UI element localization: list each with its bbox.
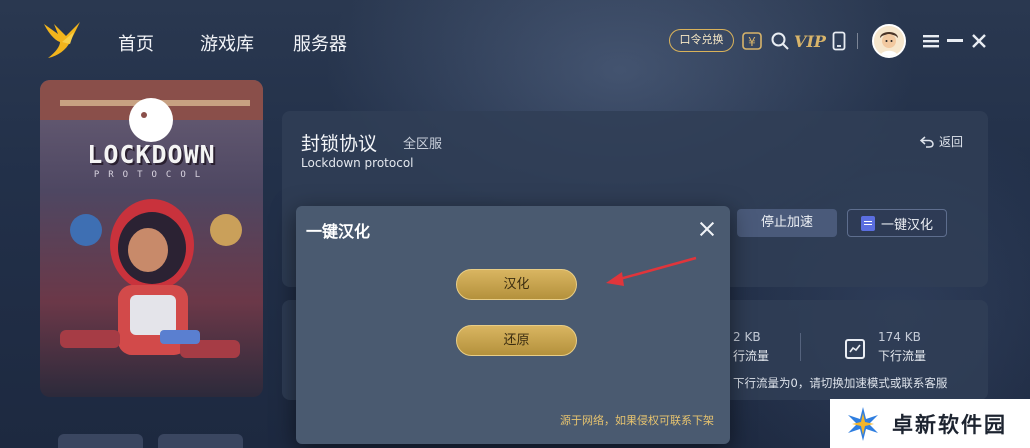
back-button[interactable]: 返回 xyxy=(920,133,963,150)
upload-traffic-value: 2 KB xyxy=(733,330,761,344)
game-english-name: Lockdown protocol xyxy=(301,156,414,170)
dialog-disclaimer: 源于网络，如果侵权可联系下架 xyxy=(560,414,714,427)
mobile-icon[interactable] xyxy=(828,30,850,52)
download-traffic-label: 下行流量 xyxy=(878,349,927,363)
game-title: 封锁协议 xyxy=(301,133,378,155)
nav-game-library[interactable]: 游戏库 xyxy=(200,30,254,56)
game-cover-image: LOCKDOWN PROTOCOL xyxy=(40,80,263,397)
cover-action-button-1[interactable] xyxy=(58,434,143,448)
back-label: 返回 xyxy=(939,135,964,149)
dialog-close-icon[interactable] xyxy=(697,219,717,239)
localize-label: 一键汉化 xyxy=(880,217,933,233)
top-bar: 首页 游戏库 服务器 口令兑换 ¥ VIP xyxy=(0,0,1030,84)
localize-dialog: 一键汉化 汉化 还原 源于网络，如果侵权可联系下架 xyxy=(296,206,730,444)
restore-button[interactable]: 还原 xyxy=(456,325,577,356)
localize-button[interactable]: 汉化 xyxy=(456,269,577,300)
annotation-arrow-icon xyxy=(606,256,697,286)
close-icon[interactable] xyxy=(968,30,990,52)
code-exchange-button[interactable]: 口令兑换 xyxy=(669,29,734,52)
menu-icon[interactable] xyxy=(920,30,942,52)
watermark-logo-icon xyxy=(848,406,878,441)
back-arrow-icon xyxy=(920,135,934,148)
stats-divider xyxy=(800,333,801,361)
svg-text:¥: ¥ xyxy=(748,35,756,49)
cover-action-button-2[interactable] xyxy=(158,434,243,448)
yuan-icon[interactable]: ¥ xyxy=(741,30,763,52)
nav-servers[interactable]: 服务器 xyxy=(293,30,347,56)
cover-title: LOCKDOWN xyxy=(87,140,216,169)
stop-acceleration-button[interactable]: 停止加速 xyxy=(737,209,837,237)
minimize-icon[interactable] xyxy=(944,30,966,52)
avatar[interactable] xyxy=(872,24,906,58)
vip-icon[interactable]: VIP xyxy=(794,30,826,52)
cover-subtitle: PROTOCOL xyxy=(93,170,210,180)
watermark: 卓新软件园 xyxy=(830,399,1030,448)
one-click-localize-button[interactable]: 一键汉化 xyxy=(847,209,947,237)
toolbar-divider xyxy=(857,33,858,49)
download-speed-icon xyxy=(845,339,865,359)
download-traffic-value: 174 KB xyxy=(878,330,921,344)
traffic-notice: 下行流量为0，请切换加速模式或联系客服 xyxy=(733,376,948,390)
document-icon xyxy=(860,215,875,231)
dialog-title: 一键汉化 xyxy=(306,222,371,241)
server-region[interactable]: 全区服 xyxy=(403,133,442,152)
app-logo-icon[interactable] xyxy=(40,20,84,60)
watermark-text: 卓新软件园 xyxy=(892,412,1007,437)
upload-traffic-label: 行流量 xyxy=(733,349,770,363)
search-icon[interactable] xyxy=(769,30,791,52)
nav-home[interactable]: 首页 xyxy=(118,30,154,56)
